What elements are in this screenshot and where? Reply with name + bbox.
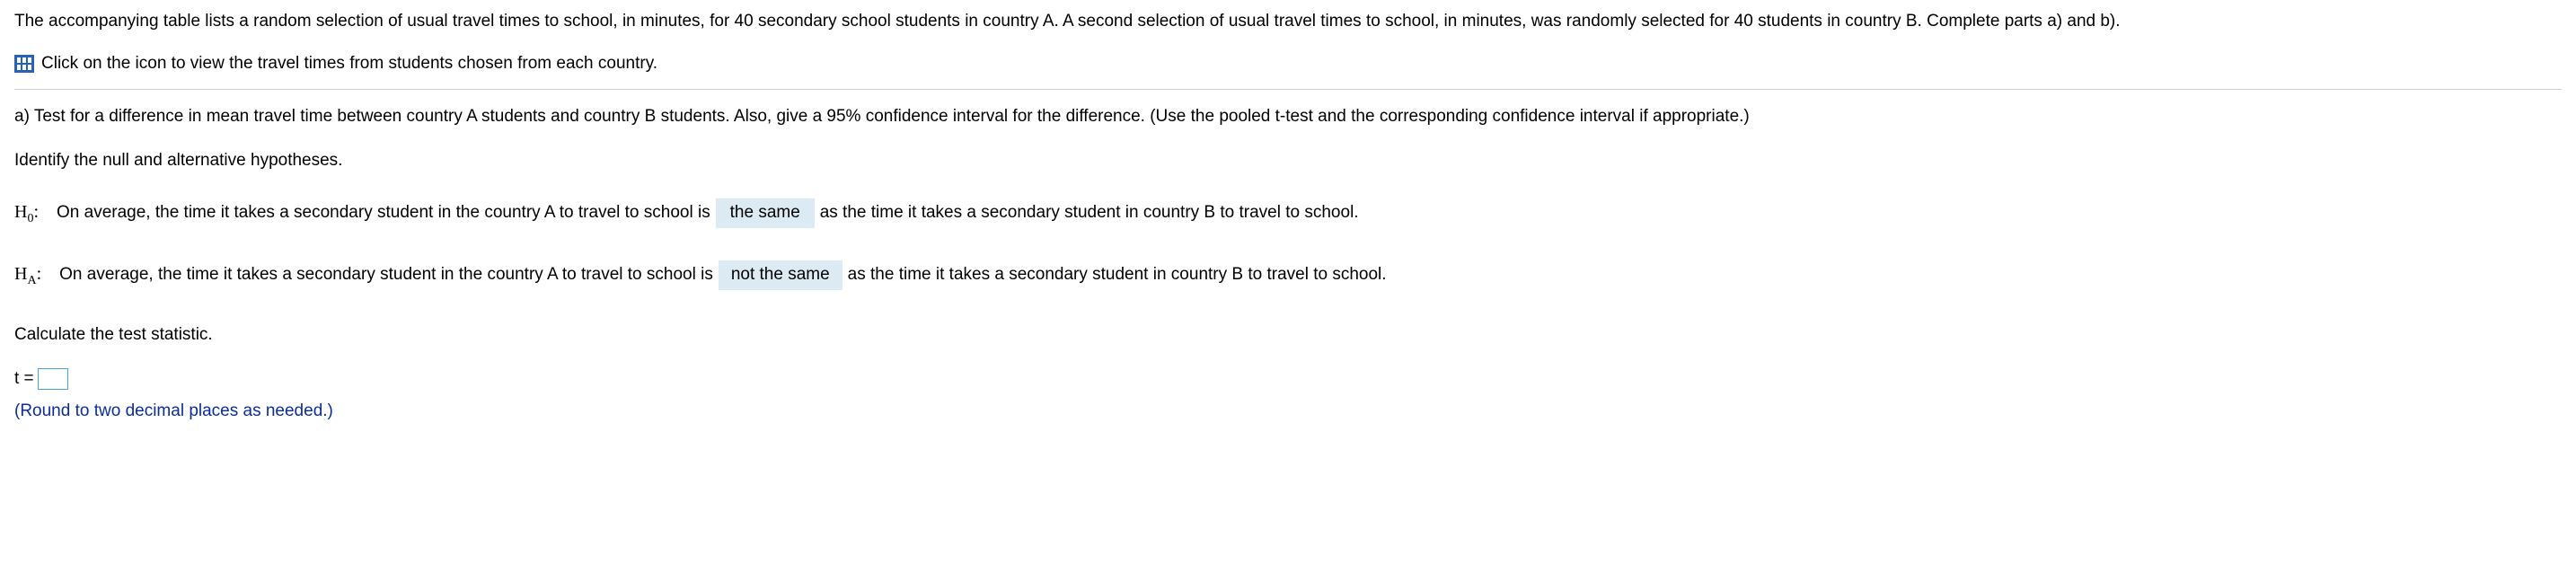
problem-intro: The accompanying table lists a random se… [14, 9, 2562, 35]
rounding-hint: (Round to two decimal places as needed.) [14, 399, 2562, 425]
data-link-text[interactable]: Click on the icon to view the travel tim… [41, 51, 657, 77]
h0-before-text: On average, the time it takes a secondar… [57, 200, 710, 226]
h0-dropdown[interactable]: the same [716, 198, 815, 228]
divider [14, 89, 2562, 90]
t-statistic-input[interactable] [38, 368, 68, 390]
t-statistic-row: t = [14, 366, 2562, 392]
t-equals-label: t = [14, 366, 34, 392]
ha-dropdown[interactable]: not the same [719, 260, 842, 290]
h0-label: H0: [14, 198, 39, 228]
alt-hypothesis-row: HA: On average, the time it takes a seco… [14, 260, 2562, 290]
part-a-text: a) Test for a difference in mean travel … [14, 104, 2562, 130]
ha-label: HA: [14, 260, 41, 290]
h0-after-text: as the time it takes a secondary student… [820, 200, 1359, 226]
calculate-instruction: Calculate the test statistic. [14, 322, 2562, 348]
table-icon[interactable] [14, 55, 34, 73]
null-hypothesis-row: H0: On average, the time it takes a seco… [14, 198, 2562, 228]
identify-hypotheses-text: Identify the null and alternative hypoth… [14, 148, 2562, 174]
ha-before-text: On average, the time it takes a secondar… [59, 262, 713, 288]
data-link-row: Click on the icon to view the travel tim… [14, 51, 2562, 77]
ha-after-text: as the time it takes a secondary student… [848, 262, 1387, 288]
